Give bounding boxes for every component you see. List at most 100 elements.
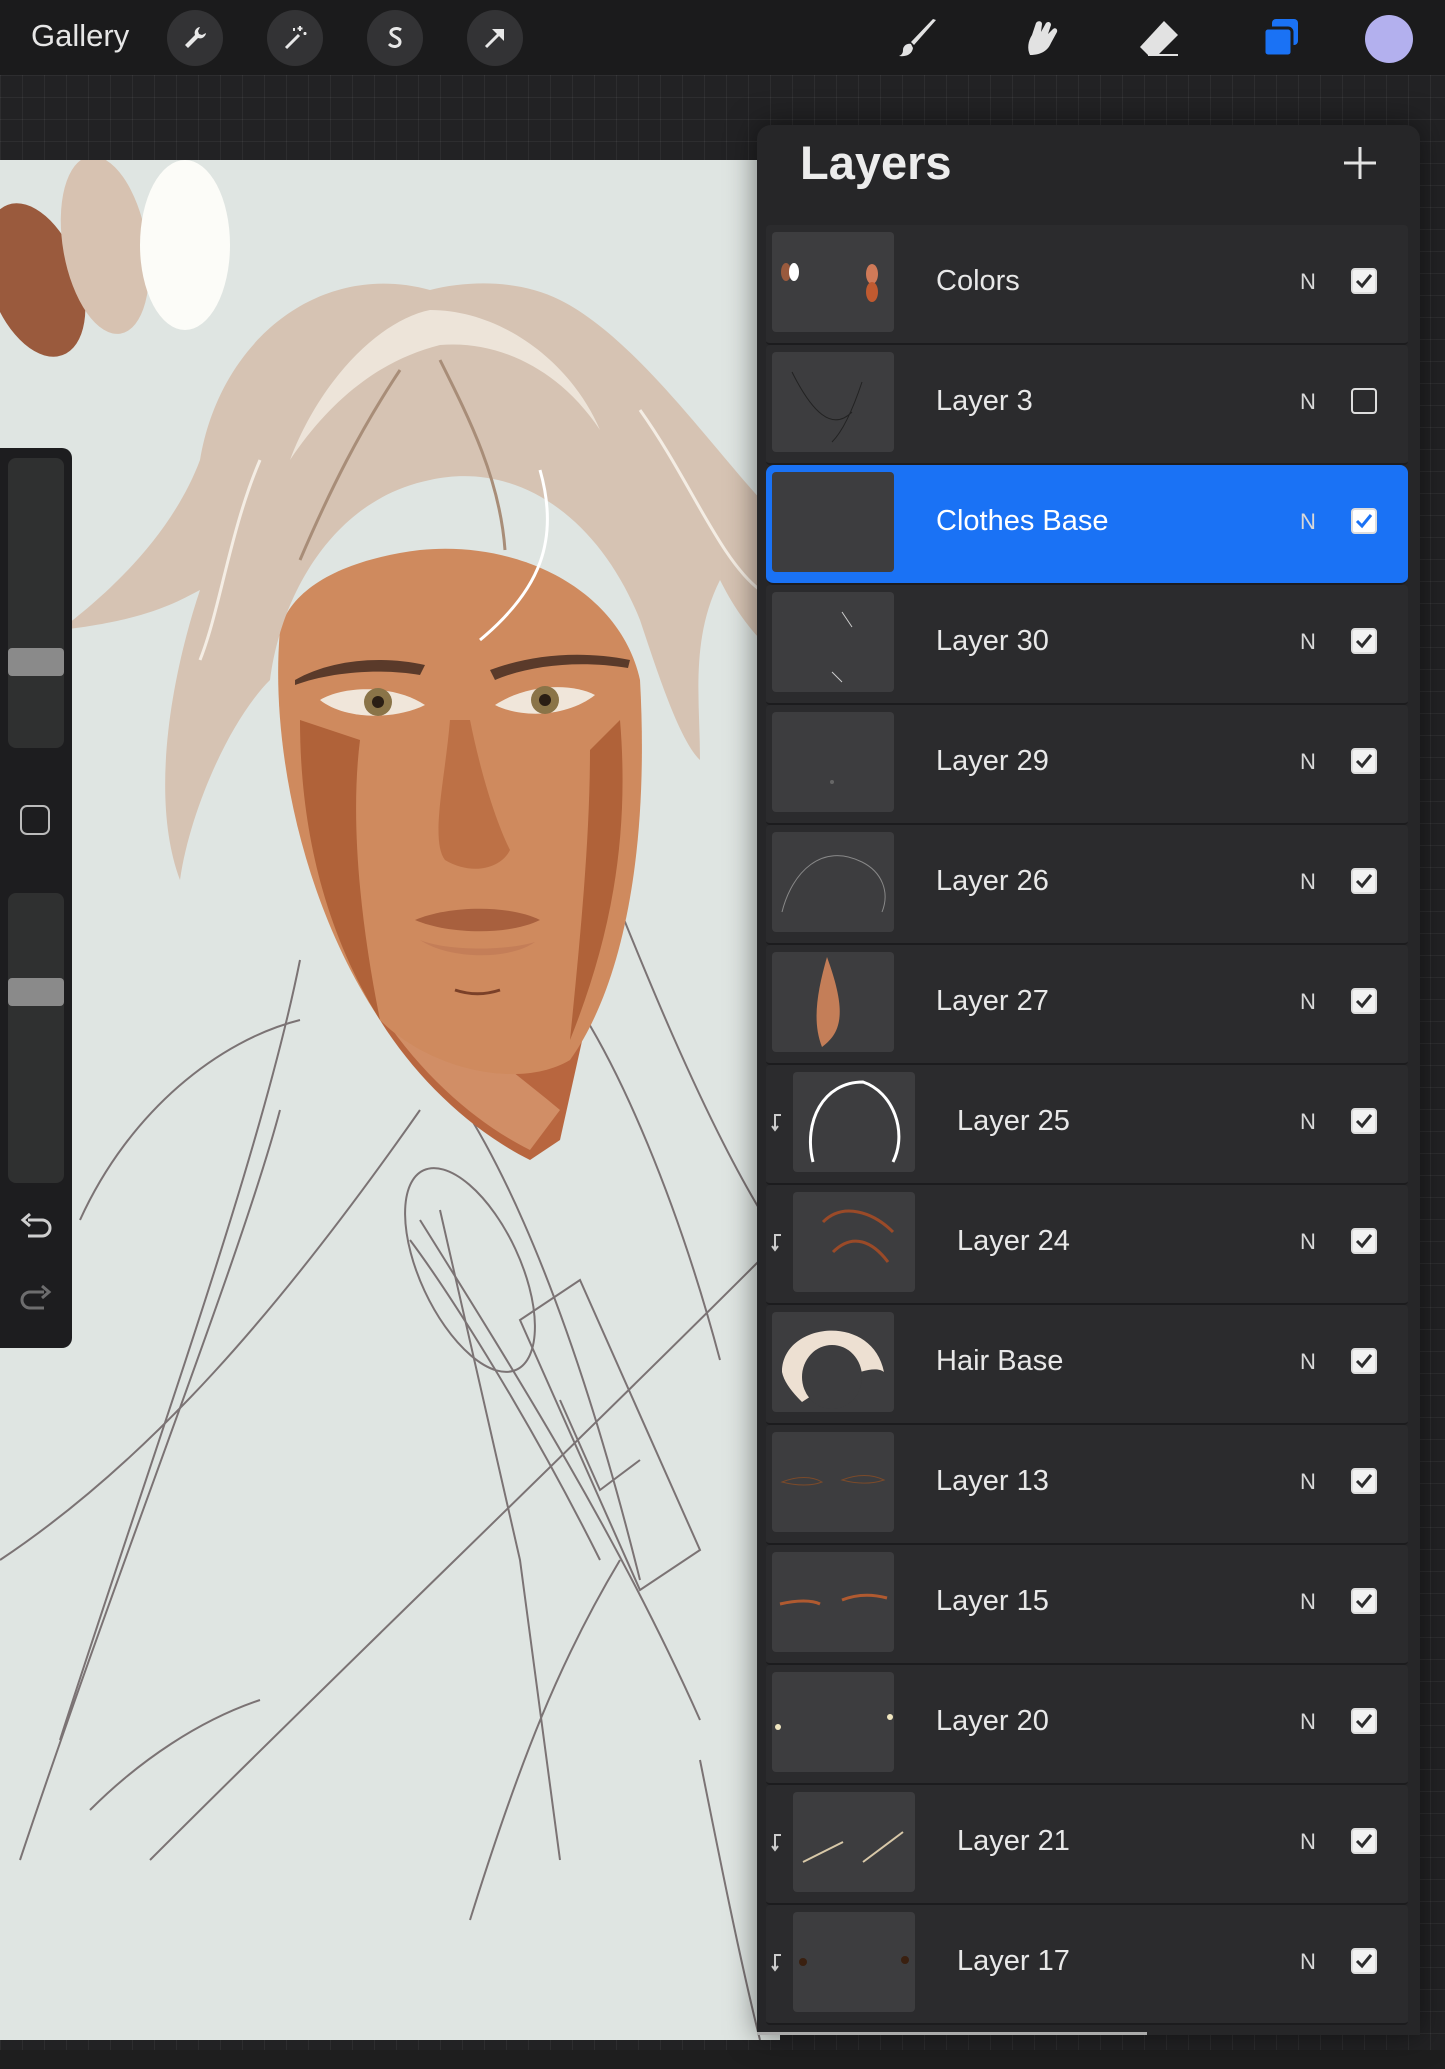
visibility-checkbox[interactable] [1351, 1588, 1377, 1614]
blend-mode-button[interactable]: N [1300, 1829, 1316, 1855]
layer-name: Colors [936, 265, 1020, 297]
layer-thumbnail[interactable] [772, 1552, 894, 1652]
layer-thumbnail[interactable] [772, 352, 894, 452]
layer-name: Layer 26 [936, 865, 1049, 897]
visibility-checkbox[interactable] [1351, 628, 1377, 654]
visibility-checkbox[interactable] [1351, 1708, 1377, 1734]
layers-panel-title: Layers [800, 136, 952, 189]
layer-row-layer-25[interactable]: Layer 25 N [766, 1065, 1408, 1185]
blend-mode-button[interactable]: N [1300, 1109, 1316, 1135]
layer-row-layer-21[interactable]: Layer 21 N [766, 1785, 1408, 1905]
visibility-checkbox[interactable] [1351, 388, 1377, 414]
layer-thumbnail[interactable] [772, 1672, 894, 1772]
layer-thumbnail[interactable] [772, 712, 894, 812]
gallery-button[interactable]: Gallery [31, 18, 129, 54]
visibility-checkbox[interactable] [1351, 748, 1377, 774]
layer-row-layer-15[interactable]: Layer 15 N [766, 1545, 1408, 1665]
layer-row-layer-20[interactable]: Layer 20 N [766, 1665, 1408, 1785]
layer-thumbnail[interactable] [772, 1312, 894, 1412]
visibility-checkbox[interactable] [1351, 988, 1377, 1014]
visibility-checkbox[interactable] [1351, 508, 1377, 534]
clipping-mask-icon [771, 1114, 781, 1132]
left-sidebar [0, 448, 72, 1348]
redo-icon[interactable] [16, 1278, 56, 1318]
layer-name: Clothes Base [936, 505, 1109, 537]
magic-wand-icon[interactable] [267, 10, 323, 66]
wrench-icon[interactable] [167, 10, 223, 66]
selection-s-icon[interactable] [367, 10, 423, 66]
blend-mode-button[interactable]: N [1300, 989, 1316, 1015]
layer-thumbnail[interactable] [772, 1432, 894, 1532]
layer-row-layer-3[interactable]: Layer 3 N [766, 345, 1408, 465]
layer-name: Layer 20 [936, 1705, 1049, 1737]
layer-name: Layer 25 [957, 1105, 1070, 1137]
blend-mode-button[interactable]: N [1300, 389, 1316, 415]
smudge-icon[interactable] [1013, 12, 1065, 64]
opacity-slider[interactable] [8, 893, 64, 1183]
blend-mode-button[interactable]: N [1300, 269, 1316, 295]
layer-row-layer-27[interactable]: Layer 27 N [766, 945, 1408, 1065]
layer-thumbnail[interactable] [793, 1912, 915, 2012]
clipping-mask-icon [771, 1954, 781, 1972]
layer-thumbnail[interactable] [772, 232, 894, 332]
checkmark-icon [1355, 634, 1373, 649]
eraser-icon[interactable] [1133, 12, 1185, 64]
layer-thumbnail[interactable] [772, 832, 894, 932]
layer-thumbnail[interactable] [793, 1192, 915, 1292]
blend-mode-button[interactable]: N [1300, 1709, 1316, 1735]
layers-icon[interactable] [1255, 12, 1307, 64]
color-picker-swatch[interactable] [1365, 15, 1413, 63]
blend-mode-button[interactable]: N [1300, 509, 1316, 535]
layer-row-layer-17[interactable]: Layer 17 N [766, 1905, 1408, 2025]
layer-row-layer-29[interactable]: Layer 29 N [766, 705, 1408, 825]
checkmark-icon [1355, 1354, 1373, 1369]
plus-icon[interactable] [1340, 143, 1380, 183]
layer-thumbnail[interactable] [793, 1792, 915, 1892]
layer-row-layer-26[interactable]: Layer 26 N [766, 825, 1408, 945]
artwork [0, 160, 780, 2040]
layer-row-layer-13[interactable]: Layer 13 N [766, 1425, 1408, 1545]
blend-mode-button[interactable]: N [1300, 1469, 1316, 1495]
blend-mode-button[interactable]: N [1300, 1229, 1316, 1255]
layer-name: Layer 27 [936, 985, 1049, 1017]
visibility-checkbox[interactable] [1351, 1468, 1377, 1494]
opacity-thumb[interactable] [8, 978, 64, 1006]
checkmark-icon [1355, 1474, 1373, 1489]
brush-size-slider[interactable] [8, 458, 64, 748]
clipping-mask-icon [771, 1834, 781, 1852]
blend-mode-button[interactable]: N [1300, 869, 1316, 895]
layer-row-hair-base[interactable]: Hair Base N [766, 1305, 1408, 1425]
layer-row-colors[interactable]: Colors N [766, 225, 1408, 345]
drawing-canvas[interactable] [0, 160, 780, 2040]
modify-button[interactable] [20, 805, 50, 835]
brush-size-thumb[interactable] [8, 648, 64, 676]
layer-thumbnail[interactable] [772, 472, 894, 572]
layer-thumbnail[interactable] [793, 1072, 915, 1172]
visibility-checkbox[interactable] [1351, 1348, 1377, 1374]
layer-thumbnail[interactable] [772, 592, 894, 692]
layer-thumbnail[interactable] [772, 952, 894, 1052]
blend-mode-button[interactable]: N [1300, 1949, 1316, 1975]
visibility-checkbox[interactable] [1351, 1948, 1377, 1974]
checkmark-icon [1355, 514, 1373, 529]
undo-icon[interactable] [16, 1208, 56, 1248]
layer-row-layer-24[interactable]: Layer 24 N [766, 1185, 1408, 1305]
layer-row-layer-30[interactable]: Layer 30 N [766, 585, 1408, 705]
visibility-checkbox[interactable] [1351, 1828, 1377, 1854]
layers-panel: Layers Colors N Layer 3 N Clothes Base N Layer… [757, 125, 1420, 2035]
checkmark-icon [1355, 1594, 1373, 1609]
visibility-checkbox[interactable] [1351, 1108, 1377, 1134]
visibility-checkbox[interactable] [1351, 1228, 1377, 1254]
visibility-checkbox[interactable] [1351, 868, 1377, 894]
blend-mode-button[interactable]: N [1300, 749, 1316, 775]
transform-arrow-icon[interactable] [467, 10, 523, 66]
visibility-checkbox[interactable] [1351, 268, 1377, 294]
blend-mode-button[interactable]: N [1300, 1589, 1316, 1615]
blend-mode-button[interactable]: N [1300, 1349, 1316, 1375]
blend-mode-button[interactable]: N [1300, 629, 1316, 655]
clipping-mask-icon [771, 1234, 781, 1252]
layer-name: Layer 24 [957, 1225, 1070, 1257]
layer-row-clothes-base[interactable]: Clothes Base N [766, 465, 1408, 585]
brush-icon[interactable] [893, 12, 945, 64]
checkmark-icon [1355, 754, 1373, 769]
